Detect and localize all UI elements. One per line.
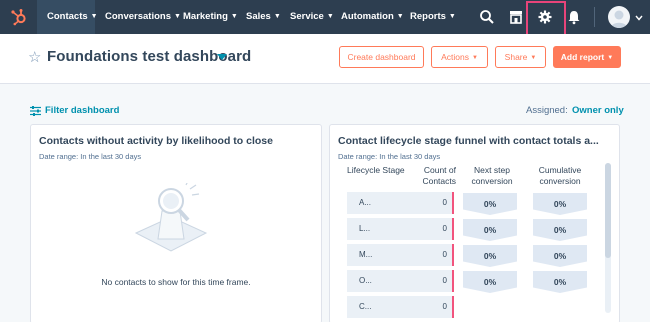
stage-label: O... — [359, 276, 372, 285]
funnel-row[interactable]: M... 0 — [347, 244, 454, 266]
card-date-range: Date range: In the last 30 days — [39, 152, 142, 161]
column-header-count: Count of Contacts — [422, 165, 456, 186]
chevron-down-icon: ▼ — [230, 13, 238, 20]
chevron-down-icon: ▼ — [326, 13, 334, 20]
nav-marketing[interactable]: Marketing ▼ — [183, 11, 238, 22]
dashboard-header: ☆ Foundations test dashboard Create dash… — [0, 34, 650, 84]
empty-state-magnifier-icon — [134, 183, 208, 252]
cumulative-conversion: 0% — [533, 219, 587, 241]
actions-button[interactable]: Actions ▼ — [431, 46, 488, 68]
filter-dashboard-link[interactable]: Filter dashboard — [45, 105, 119, 116]
cumulative-conversion: 0% — [533, 271, 587, 293]
column-header-cumulative: Cumulative conversion — [538, 165, 582, 186]
cumulative-conversion: 0% — [533, 245, 587, 267]
share-button[interactable]: Share ▼ — [495, 46, 546, 68]
caret-down-icon: ▼ — [471, 55, 478, 61]
nav-service[interactable]: Service ▼ — [290, 11, 334, 22]
caret-down-icon[interactable] — [217, 54, 227, 60]
nav-reports[interactable]: Reports ▼ — [410, 11, 456, 22]
next-step-conversion: 0% — [463, 219, 517, 241]
funnel-row[interactable]: L... 0 — [347, 218, 454, 240]
nav-sales-label: Sales — [246, 11, 271, 22]
add-report-label: Add report — [560, 52, 605, 62]
funnel-bar — [452, 296, 454, 318]
stage-label: L... — [359, 224, 371, 233]
funnel-scrollbar[interactable] — [605, 163, 611, 313]
chevron-down-icon[interactable] — [635, 15, 643, 21]
favorite-star-icon[interactable]: ☆ — [28, 48, 41, 66]
next-step-conversion: 0% — [463, 271, 517, 293]
caret-down-icon: ▼ — [607, 55, 614, 61]
nav-sales[interactable]: Sales ▼ — [246, 11, 281, 22]
stage-label: M... — [359, 250, 373, 259]
next-step-conversion: 0% — [463, 193, 517, 215]
nav-divider — [594, 7, 595, 27]
stage-count: 0 — [442, 302, 447, 311]
filter-sliders-icon[interactable] — [30, 106, 41, 116]
stage-count: 0 — [442, 198, 447, 207]
nav-contacts-label: Contacts — [47, 11, 88, 22]
funnel-row[interactable]: C... 0 — [347, 296, 454, 318]
card-date-range: Date range: In the last 30 days — [338, 152, 441, 161]
settings-highlight — [526, 1, 566, 37]
funnel-bar — [452, 270, 454, 292]
nav-service-label: Service — [290, 11, 324, 22]
funnel-row[interactable]: O... 0 — [347, 270, 454, 292]
marketplace-icon[interactable] — [508, 9, 524, 25]
create-dashboard-button[interactable]: Create dashboard — [339, 46, 424, 68]
caret-down-icon: ▼ — [530, 55, 537, 61]
nav-marketing-label: Marketing — [183, 11, 228, 22]
chevron-down-icon: ▼ — [396, 13, 404, 20]
nav-conversations[interactable]: Conversations ▼ — [105, 11, 181, 22]
stage-count: 0 — [442, 224, 447, 233]
nav-automation-label: Automation — [341, 11, 394, 22]
funnel-bar — [452, 218, 454, 240]
empty-state-message: No contacts to show for this time frame. — [101, 277, 251, 287]
chevron-down-icon: ▼ — [273, 13, 281, 20]
nav-reports-label: Reports — [410, 11, 446, 22]
card-title[interactable]: Contacts without activity by likelihood … — [39, 135, 273, 147]
assigned-label: Assigned: — [526, 105, 568, 116]
report-card-lifecycle-funnel: Contact lifecycle stage funnel with cont… — [329, 124, 620, 322]
card-title[interactable]: Contact lifecycle stage funnel with cont… — [338, 135, 599, 147]
nav-automation[interactable]: Automation ▼ — [341, 11, 404, 22]
scrollbar-thumb[interactable] — [605, 163, 611, 258]
hubspot-logo-icon[interactable] — [10, 8, 28, 26]
chevron-down-icon: ▼ — [90, 13, 98, 20]
funnel-bar — [452, 192, 454, 214]
top-nav: Contacts ▼ Conversations ▼ Marketing ▼ Sale… — [0, 0, 650, 37]
notifications-bell-icon[interactable] — [566, 9, 582, 25]
stage-count: 0 — [442, 276, 447, 285]
column-header-stage: Lifecycle Stage — [347, 165, 405, 175]
user-avatar-icon — [611, 10, 627, 28]
add-report-button[interactable]: Add report ▼ — [553, 46, 621, 68]
avatar[interactable] — [608, 6, 630, 28]
stage-label: A... — [359, 198, 372, 207]
chevron-down-icon: ▼ — [448, 13, 456, 20]
assigned-owner-link[interactable]: Owner only — [572, 105, 624, 116]
next-step-conversion: 0% — [463, 245, 517, 267]
cumulative-conversion: 0% — [533, 193, 587, 215]
column-header-next-step: Next step conversion — [471, 165, 513, 186]
chevron-down-icon: ▼ — [174, 13, 181, 20]
actions-label: Actions — [441, 52, 469, 62]
nav-contacts[interactable]: Contacts ▼ — [47, 11, 98, 22]
stage-count: 0 — [442, 250, 447, 259]
share-label: Share — [504, 52, 528, 62]
report-card-contacts-without-activity: Contacts without activity by likelihood … — [30, 124, 322, 322]
stage-label: C... — [359, 302, 372, 311]
funnel-bar — [452, 244, 454, 266]
create-dashboard-label: Create dashboard — [347, 52, 416, 62]
nav-conversations-label: Conversations — [105, 11, 171, 22]
funnel-row[interactable]: A... 0 — [347, 192, 454, 214]
search-icon[interactable] — [479, 9, 495, 25]
